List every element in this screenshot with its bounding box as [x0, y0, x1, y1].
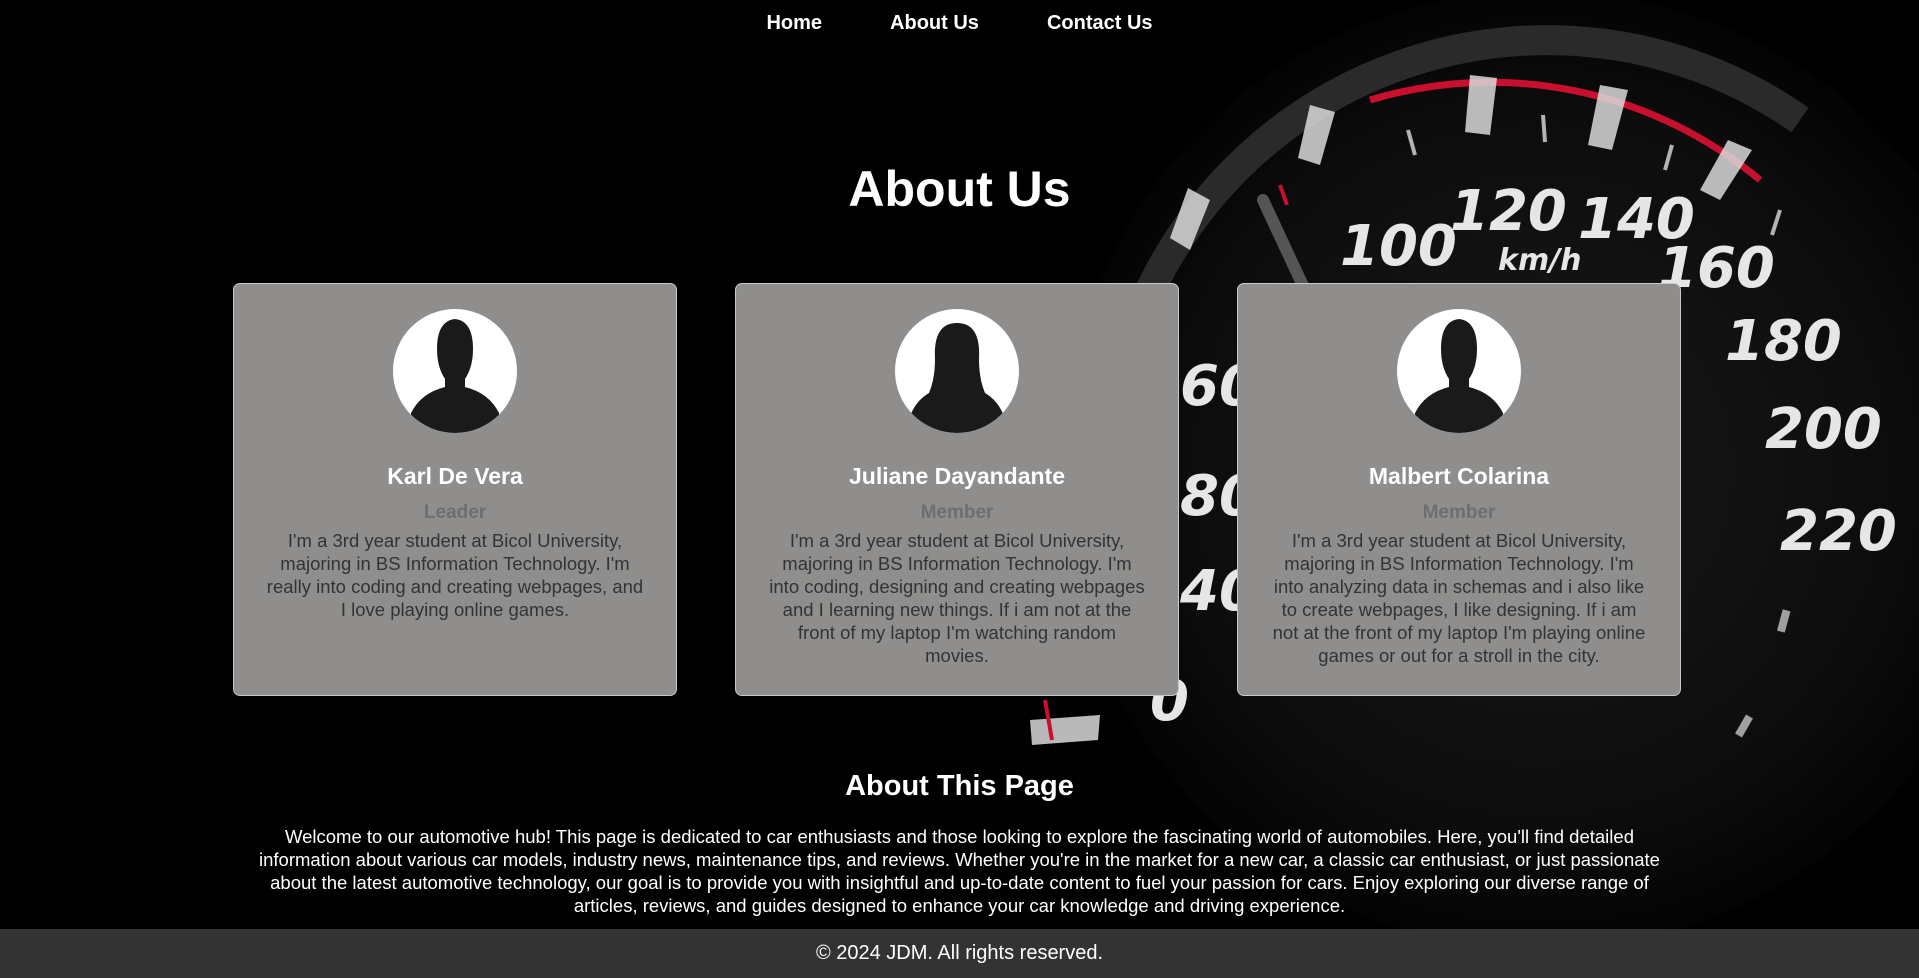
nav-link-about-us[interactable]: About Us [890, 12, 979, 35]
member-bio: I'm a 3rd year student at Bicol Universi… [1272, 530, 1646, 666]
footer: © 2024 JDM. All rights reserved. [0, 929, 1919, 978]
team-card: Juliane Dayandante Member I'm a 3rd year… [735, 283, 1179, 696]
about-page-text: Welcome to our automotive hub! This page… [259, 826, 1660, 916]
main-nav: Home About Us Contact Us [0, 0, 1919, 46]
footer-copyright: © 2024 JDM. All rights reserved. [815, 942, 1104, 964]
male-silhouette-icon [393, 309, 517, 433]
member-name: Malbert Colarina [1368, 463, 1550, 489]
gauge-label-100: 100 [1340, 214, 1457, 279]
about-page-section: About This Page Welcome to our automotiv… [0, 770, 1919, 917]
team-cards: Karl De Vera Leader I'm a 3rd year stude… [233, 283, 1681, 696]
nav-link-contact-us[interactable]: Contact Us [1047, 12, 1153, 35]
team-card: Malbert Colarina Member I'm a 3rd year s… [1237, 283, 1681, 696]
gauge-label-200: 200 [1765, 397, 1882, 462]
page: 100 120 140 160 180 200 220 60 80 40 0 k… [0, 0, 1919, 978]
page-title: About Us [848, 161, 1071, 217]
member-role: Member [1422, 502, 1496, 523]
member-bio: I'm a 3rd year student at Bicol Universi… [266, 530, 644, 620]
gauge-label-180: 180 [1725, 309, 1842, 374]
about-page-heading: About This Page [845, 770, 1074, 802]
female-silhouette-icon [895, 309, 1019, 433]
gauge-label-220: 220 [1780, 499, 1897, 564]
team-card: Karl De Vera Leader I'm a 3rd year stude… [233, 283, 677, 696]
nav-link-home[interactable]: Home [766, 12, 822, 35]
male-silhouette-icon [1397, 309, 1521, 433]
member-role: Leader [423, 502, 487, 523]
member-bio: I'm a 3rd year student at Bicol Universi… [769, 530, 1145, 666]
member-name: Karl De Vera [387, 463, 523, 489]
member-role: Member [920, 502, 994, 523]
member-name: Juliane Dayandante [848, 463, 1066, 489]
gauge-unit-label: km/h [1498, 243, 1582, 278]
